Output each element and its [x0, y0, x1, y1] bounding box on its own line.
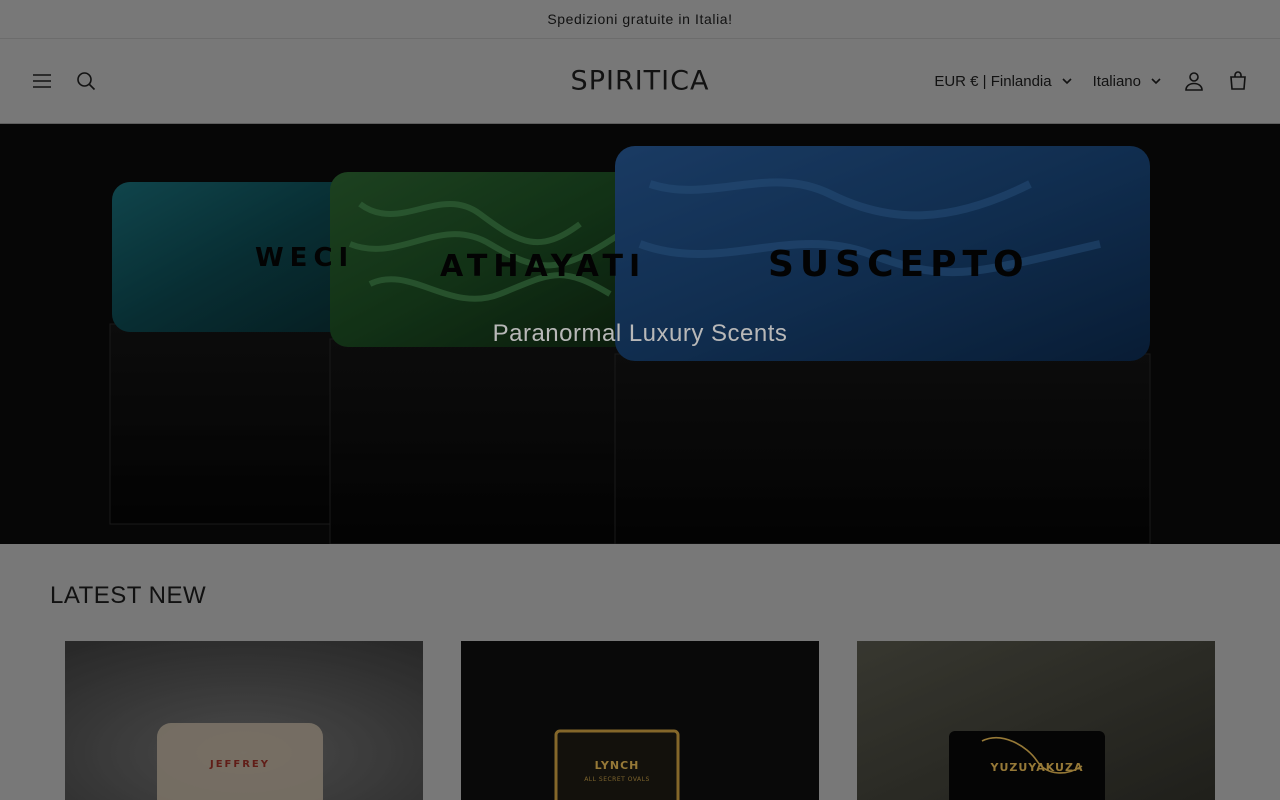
site-header: SPIRITICA EUR € | Finlandia Italiano	[0, 39, 1280, 124]
product-card[interactable]: YUZUYAKUZA	[857, 641, 1215, 800]
menu-icon	[33, 74, 51, 88]
product-image: JEFFREY	[65, 641, 423, 800]
product-card[interactable]: JEFFREY	[65, 641, 423, 800]
section-heading: LATEST NEW	[50, 582, 207, 609]
site-logo[interactable]: SPIRITICA	[571, 66, 710, 97]
search-icon	[77, 72, 96, 91]
cart-icon	[1230, 71, 1246, 90]
latest-section: LATEST NEW JEFFREY LYNCH ALL SECRET OVAL…	[0, 544, 1280, 800]
language-label: Italiano	[1092, 72, 1141, 90]
cart-button[interactable]	[1216, 59, 1260, 103]
account-icon	[1185, 72, 1203, 91]
announcement-bar: Spedizioni gratuite in Italia!	[0, 0, 1280, 39]
search-button[interactable]	[64, 59, 108, 103]
menu-button[interactable]	[20, 59, 64, 103]
announcement-text: Spedizioni gratuite in Italia!	[547, 11, 733, 27]
hero-title: Paranormal Luxury Scents	[492, 320, 788, 347]
product-image: LYNCH ALL SECRET OVALS	[461, 641, 819, 800]
hero-banner[interactable]: WECI ATHAYATI SUSCEPTO Paranormal Luxury…	[0, 124, 1280, 544]
chevron-down-icon	[1150, 75, 1162, 87]
chevron-down-icon	[1061, 75, 1073, 87]
product-image: YUZUYAKUZA	[857, 641, 1215, 800]
currency-label: EUR € | Finlandia	[934, 72, 1052, 90]
language-selector[interactable]: Italiano	[1083, 59, 1172, 103]
product-card[interactable]: LYNCH ALL SECRET OVALS	[461, 641, 819, 800]
account-button[interactable]	[1172, 59, 1216, 103]
currency-selector[interactable]: EUR € | Finlandia	[924, 59, 1082, 103]
